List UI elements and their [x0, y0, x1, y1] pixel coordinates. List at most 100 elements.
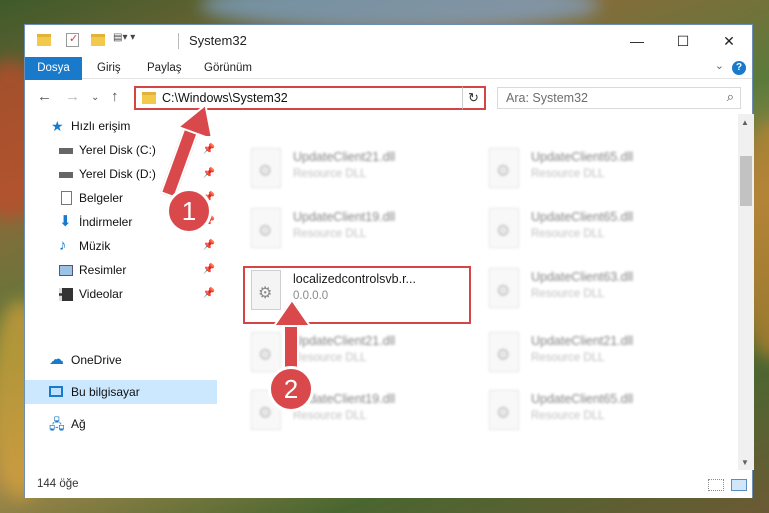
properties-icon[interactable]: ✓ [66, 33, 79, 47]
sidebar-item-label: İndirmeler [79, 215, 133, 229]
tab-share[interactable]: Paylaş [145, 57, 184, 79]
sidebar-item-label: Yerel Disk (D:) [79, 167, 156, 181]
downloads-icon: ⬇ [59, 213, 72, 230]
file-name: UpdateClient19.dll [293, 210, 396, 224]
file-item[interactable]: UpdateClient19.dll Resource DLL [245, 204, 465, 260]
details-view-icon[interactable] [708, 479, 724, 491]
file-type: Resource DLL [531, 168, 605, 180]
scroll-thumb[interactable] [740, 156, 752, 206]
dll-file-icon [489, 268, 519, 308]
file-name: UpdateClient65.dll [531, 150, 634, 164]
dll-file-icon [489, 390, 519, 430]
documents-icon [61, 191, 72, 205]
sidebar-item-onedrive[interactable]: ☁ OneDrive [25, 348, 217, 372]
sidebar-item-label: OneDrive [71, 353, 122, 367]
forward-icon[interactable]: → [65, 88, 80, 105]
sidebar-item-label: Resimler [79, 263, 127, 277]
dll-file-icon [251, 148, 281, 188]
sidebar-item-disk-d[interactable]: Yerel Disk (D:) 📌 [25, 162, 217, 186]
search-input[interactable]: Ara: System32 ⌕ [497, 87, 741, 109]
pin-icon[interactable]: 📌 [203, 258, 215, 282]
file-type: Resource DLL [293, 352, 367, 364]
file-item[interactable]: UpdateClient65.dll Resource DLL [483, 144, 703, 200]
tab-view[interactable]: Görünüm [202, 57, 254, 79]
file-name: UpdateClient21.dll [531, 334, 634, 348]
navigation-bar: ← → ⌄ ↑ C:\Windows\System32 ⌄ ↻ Ara: Sys… [25, 80, 752, 114]
callout-arrow-2-head [272, 300, 312, 327]
chevron-down-icon[interactable]: ⌄ [715, 59, 724, 72]
close-button[interactable]: ✕ [706, 25, 752, 57]
large-icons-view-icon[interactable] [731, 479, 747, 491]
file-type: Resource DLL [531, 352, 605, 364]
ribbon-tabs: Dosya Giriş Paylaş Görünüm ⌄ ? [25, 57, 752, 113]
dll-file-icon [251, 208, 281, 248]
videos-icon [59, 288, 73, 301]
minimize-button[interactable]: — [614, 25, 660, 57]
help-icon[interactable]: ? [732, 61, 746, 75]
pin-icon[interactable]: 📌 [203, 282, 215, 306]
callout-badge-2: 2 [268, 366, 314, 412]
file-item[interactable]: UpdateClient63.dll Resource DLL [483, 264, 703, 320]
sidebar-item-this-pc[interactable]: Bu bilgisayar [25, 380, 217, 404]
sidebar-item-videos[interactable]: Videolar 📌 [25, 282, 217, 306]
file-name: UpdateClient21.dll [293, 334, 396, 348]
tab-home[interactable]: Giriş [95, 57, 123, 79]
sidebar-item-label: Belgeler [79, 191, 124, 205]
dll-file-icon [489, 208, 519, 248]
callout-arrow-1-head [180, 104, 214, 136]
dll-file-icon [489, 148, 519, 188]
drive-icon [59, 172, 73, 178]
scroll-down-icon[interactable]: ▼ [741, 458, 749, 467]
sidebar-item-network[interactable]: 🖧 Ağ [25, 412, 217, 436]
pin-icon[interactable]: 📌 [203, 138, 215, 162]
folder-icon [142, 92, 156, 104]
back-icon[interactable]: ← [37, 88, 52, 105]
callout-badge-1: 1 [166, 188, 212, 234]
pictures-icon [59, 265, 73, 276]
title-separator [178, 33, 179, 49]
scroll-up-icon[interactable]: ▲ [741, 118, 749, 127]
sidebar-item-label: Hızlı erişim [71, 119, 131, 133]
maximize-button[interactable]: ☐ [660, 25, 706, 57]
address-path: C:\Windows\System32 [162, 91, 288, 105]
dll-file-icon [489, 332, 519, 372]
sidebar-item-label: Müzik [79, 239, 111, 253]
search-icon: ⌕ [726, 89, 734, 104]
refresh-button[interactable]: ↻ [462, 86, 486, 110]
drive-icon [59, 148, 73, 154]
file-item[interactable]: UpdateClient65.dll Resource DLL [483, 204, 703, 260]
cloud-icon: ☁ [49, 351, 64, 368]
file-name: UpdateClient63.dll [531, 270, 634, 284]
sidebar-item-label: Yerel Disk (C:) [79, 143, 156, 157]
file-item[interactable]: UpdateClient21.dll Resource DLL [245, 144, 465, 200]
navigation-pane: ★ Hızlı erişim Yerel Disk (C:) 📌 Yerel D… [25, 114, 221, 470]
file-type: Resource DLL [293, 228, 367, 240]
item-count: 144 öğe [37, 478, 79, 490]
pin-icon[interactable]: 📌 [203, 234, 215, 258]
sidebar-item-label: Bu bilgisayar [71, 385, 140, 399]
title-bar: ✓ ▤▾ ▾ System32 — ☐ ✕ [25, 25, 752, 57]
file-explorer-window: ✓ ▤▾ ▾ System32 — ☐ ✕ Dosya Giriş Paylaş… [24, 24, 754, 498]
file-type: Resource DLL [531, 410, 605, 422]
status-bar: 144 öğe [25, 470, 752, 498]
sidebar-item-music[interactable]: ♪ Müzik 📌 [25, 234, 217, 258]
dll-file-icon [251, 332, 281, 372]
new-folder-icon[interactable] [91, 34, 105, 46]
vertical-scrollbar[interactable]: ▲ ▼ [738, 114, 754, 470]
sidebar-item-pictures[interactable]: Resimler 📌 [25, 258, 217, 282]
file-item[interactable]: UpdateClient21.dll Resource DLL [483, 328, 703, 384]
search-placeholder: Ara: System32 [506, 91, 588, 105]
pin-icon[interactable]: 📌 [203, 162, 215, 186]
file-type: Resource DLL [293, 168, 367, 180]
file-list: UpdateClient21.dll Resource DLL UpdateCl… [221, 114, 738, 470]
recent-locations-icon[interactable]: ⌄ [91, 92, 99, 103]
customize-toolbar-icon[interactable]: ▤▾ ▾ [113, 32, 143, 44]
music-icon: ♪ [59, 237, 67, 254]
file-item[interactable]: UpdateClient65.dll Resource DLL [483, 386, 703, 442]
window-title: System32 [189, 33, 247, 48]
file-name: UpdateClient65.dll [531, 210, 634, 224]
network-icon: 🖧 [49, 416, 65, 432]
star-icon: ★ [51, 118, 64, 134]
folder-icon [37, 34, 51, 46]
up-icon[interactable]: ↑ [111, 88, 119, 105]
